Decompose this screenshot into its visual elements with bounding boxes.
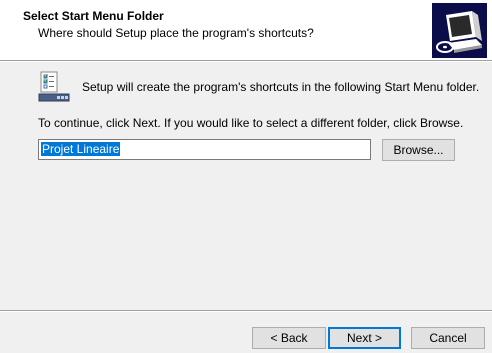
back-button[interactable]: < Back bbox=[252, 327, 326, 349]
instruction-text: To continue, click Next. If you would li… bbox=[38, 116, 464, 130]
start-menu-folder-input[interactable]: Projet Lineaire bbox=[38, 139, 371, 160]
start-menu-folder-icon bbox=[38, 71, 70, 103]
folder-name-value: Projet Lineaire bbox=[41, 142, 121, 156]
computer-setup-icon bbox=[432, 3, 487, 58]
header-divider bbox=[0, 60, 492, 62]
footer-divider bbox=[0, 310, 492, 312]
next-button[interactable]: Next > bbox=[328, 327, 401, 349]
page-title: Select Start Menu Folder bbox=[23, 9, 164, 23]
info-text: Setup will create the program's shortcut… bbox=[82, 80, 480, 94]
wizard-header: Select Start Menu Folder Where should Se… bbox=[0, 0, 492, 60]
cancel-button[interactable]: Cancel bbox=[411, 327, 485, 349]
page-subtitle: Where should Setup place the program's s… bbox=[38, 26, 314, 40]
browse-button[interactable]: Browse... bbox=[382, 139, 455, 161]
